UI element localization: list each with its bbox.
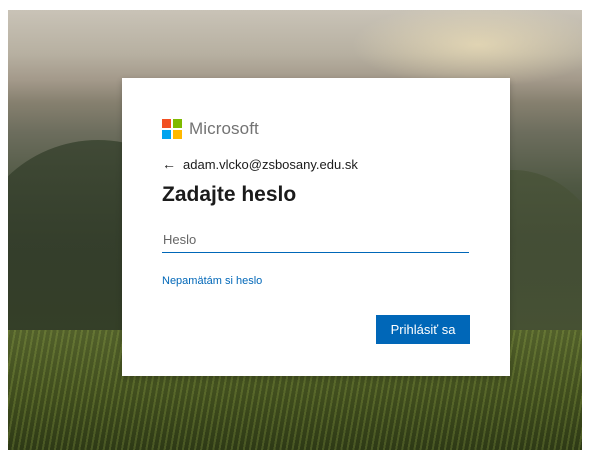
brand-logo: Microsoft bbox=[162, 118, 259, 140]
logo-square-red bbox=[162, 119, 171, 128]
logo-square-blue bbox=[162, 130, 171, 139]
page-frame: Microsoft ← adam.vlcko@zsbosany.edu.sk Z… bbox=[8, 10, 582, 450]
logo-square-green bbox=[173, 119, 182, 128]
page-title: Zadajte heslo bbox=[162, 183, 297, 206]
sign-in-button[interactable]: Prihlásiť sa bbox=[376, 315, 470, 344]
sign-in-card: Microsoft ← adam.vlcko@zsbosany.edu.sk Z… bbox=[122, 78, 510, 376]
back-arrow-icon[interactable]: ← bbox=[162, 155, 176, 173]
forgot-password-link[interactable]: Nepamätám si heslo bbox=[162, 275, 262, 287]
identity-banner[interactable]: ← adam.vlcko@zsbosany.edu.sk bbox=[162, 155, 358, 173]
brand-name: Microsoft bbox=[189, 119, 259, 138]
logo-square-yellow bbox=[173, 130, 182, 139]
password-input[interactable] bbox=[162, 227, 469, 253]
microsoft-logo-icon bbox=[162, 119, 182, 139]
account-email: adam.vlcko@zsbosany.edu.sk bbox=[183, 156, 358, 172]
